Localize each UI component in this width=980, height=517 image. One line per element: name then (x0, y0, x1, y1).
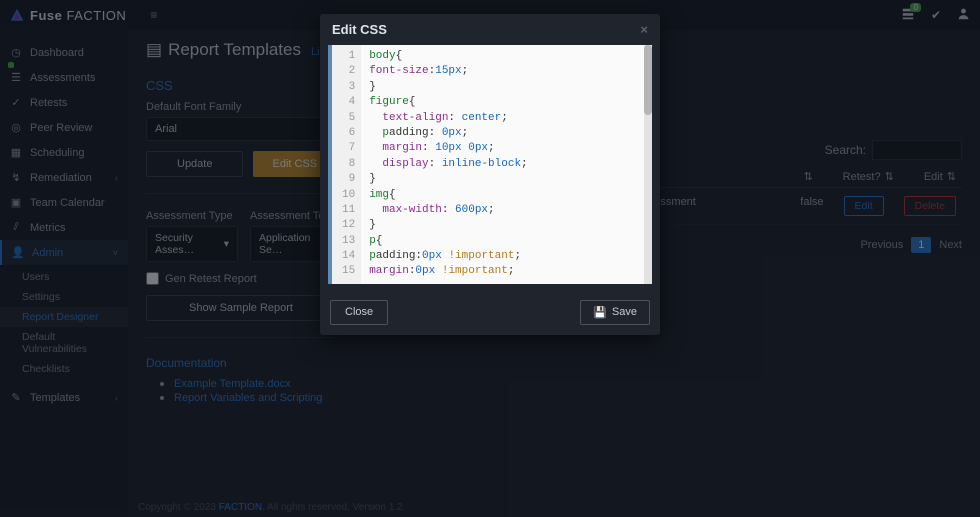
modal-title: Edit CSS (332, 22, 387, 37)
modal-close-button[interactable]: Close (330, 300, 388, 325)
modal-save-button[interactable]: 💾Save (580, 300, 650, 325)
css-editor[interactable]: 123456789101112131415 body{font-size:15p… (328, 45, 652, 284)
modal-close-x[interactable]: × (640, 22, 648, 37)
edit-css-modal: Edit CSS × 123456789101112131415 body{fo… (320, 14, 660, 335)
save-icon: 💾 (593, 306, 607, 319)
editor-gutter: 123456789101112131415 (328, 45, 361, 284)
scrollbar-thumb[interactable] (644, 45, 652, 115)
editor-code[interactable]: body{font-size:15px;}figure{ text-align:… (361, 45, 652, 284)
editor-scrollbar[interactable] (644, 45, 652, 284)
